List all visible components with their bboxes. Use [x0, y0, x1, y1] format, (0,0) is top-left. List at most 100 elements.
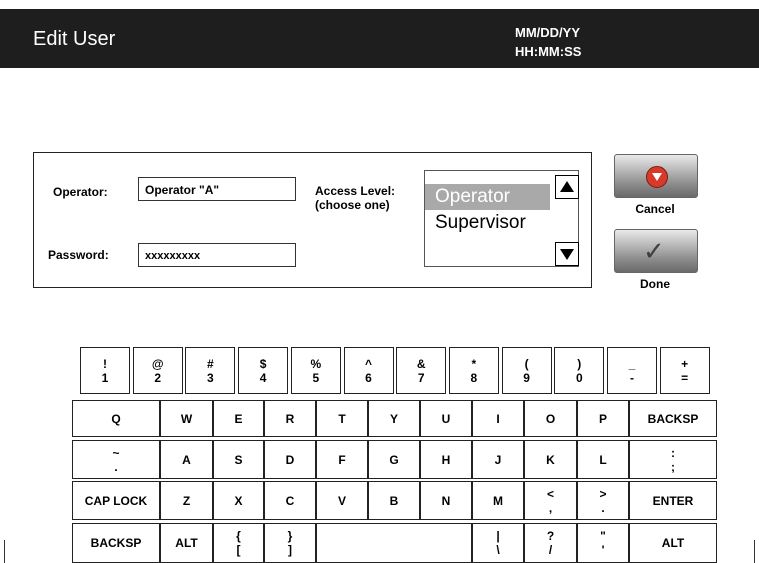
- key-row4-8[interactable]: <,: [524, 481, 577, 520]
- listbox-scrollbar[interactable]: [555, 170, 579, 266]
- stop-icon: [646, 166, 668, 188]
- key-legend: 5: [312, 370, 320, 385]
- operator-field[interactable]: Operator "A": [138, 177, 296, 201]
- key-legend: .: [114, 459, 118, 474]
- key-row3-8[interactable]: K: [524, 440, 577, 479]
- key-row3-9[interactable]: L: [577, 440, 629, 479]
- key-legend: :: [671, 445, 675, 460]
- key-digit-2[interactable]: #3: [185, 347, 236, 394]
- key-row4-n[interactable]: N: [420, 481, 472, 520]
- access-level-label: Access Level: (choose one): [315, 184, 395, 212]
- key-row3-6[interactable]: H: [420, 440, 472, 479]
- key-legend: =: [681, 370, 689, 385]
- key-t[interactable]: T: [316, 400, 368, 437]
- key-legend: |: [496, 529, 500, 543]
- key-r[interactable]: R: [264, 400, 316, 437]
- key-row3-3[interactable]: D: [264, 440, 316, 479]
- key-row5-8[interactable]: ALT: [629, 523, 717, 563]
- key-legend: ,: [548, 500, 553, 515]
- access-level-listbox[interactable]: Operator Supervisor: [424, 170, 579, 267]
- key-digit-3[interactable]: $4: [238, 347, 289, 394]
- page-title: Edit User: [33, 28, 116, 50]
- key-row3-0[interactable]: ~.: [72, 440, 160, 479]
- key-digit-4[interactable]: % 5: [290, 347, 341, 394]
- key-digit-0[interactable]: ! 1: [80, 347, 130, 394]
- key-legend: ]: [288, 543, 292, 557]
- key-sym-10[interactable]: _ -: [607, 347, 657, 394]
- cancel-button[interactable]: [614, 154, 698, 198]
- key-legend: *: [471, 356, 477, 371]
- key-backsp[interactable]: BACKSP: [629, 400, 717, 437]
- key-row4-enter[interactable]: ENTER: [629, 481, 717, 520]
- key-row4-m[interactable]: M: [472, 481, 524, 520]
- key-row5-0[interactable]: BACKSP: [72, 523, 160, 563]
- key-row3-1[interactable]: A: [160, 440, 213, 479]
- key-row5-5[interactable]: | \: [472, 523, 524, 563]
- key-legend: 6: [365, 370, 372, 385]
- key-row5-2[interactable]: {[: [213, 523, 264, 563]
- done-button[interactable]: ✓: [614, 229, 698, 273]
- done-label: Done: [640, 277, 670, 291]
- key-row4-b[interactable]: B: [368, 481, 420, 520]
- key-legend: .: [601, 500, 605, 515]
- key-i[interactable]: I: [472, 400, 524, 437]
- key-digit-7[interactable]: * 8: [448, 347, 499, 394]
- key-row4-cap-lock[interactable]: CAP LOCK: [72, 481, 160, 520]
- key-digit-5[interactable]: ^ 6: [343, 347, 394, 394]
- key-row4-c[interactable]: C: [264, 481, 316, 520]
- key-p[interactable]: P: [577, 400, 629, 437]
- key-row5-3[interactable]: }]: [264, 523, 316, 563]
- key-e[interactable]: E: [213, 400, 264, 437]
- keyboard-edge-right: [754, 540, 755, 563]
- key-w[interactable]: W: [160, 400, 213, 437]
- key-digit-1[interactable]: @2: [132, 347, 183, 394]
- key-u[interactable]: U: [420, 400, 472, 437]
- title-bar: Edit User MM/DD/YY HH:MM:SS: [0, 9, 759, 68]
- key-legend: ^: [364, 356, 372, 371]
- key-o[interactable]: O: [524, 400, 577, 437]
- key-legend: 1: [101, 370, 109, 385]
- key-q[interactable]: Q: [72, 400, 160, 437]
- key-row5-7[interactable]: " ': [577, 523, 629, 563]
- scroll-up-button[interactable]: [555, 175, 579, 199]
- key-row3-2[interactable]: S: [213, 440, 264, 479]
- key-row4-z[interactable]: Z: [160, 481, 213, 520]
- cancel-label: Cancel: [635, 202, 675, 216]
- key-legend: -: [630, 370, 634, 385]
- access-option-operator[interactable]: Operator: [425, 184, 550, 210]
- key-space[interactable]: [316, 523, 472, 563]
- time-text: HH:MM:SS: [515, 44, 582, 59]
- password-field[interactable]: xxxxxxxxx: [138, 243, 296, 267]
- key-legend: #: [207, 356, 214, 371]
- key-row4-x[interactable]: X: [213, 481, 264, 520]
- key-digit-8[interactable]: (9: [501, 347, 552, 394]
- key-row4-9[interactable]: >.: [577, 481, 629, 520]
- key-row5-1[interactable]: ALT: [160, 523, 213, 563]
- key-legend: 0: [575, 370, 583, 385]
- key-row3-7[interactable]: J: [472, 440, 524, 479]
- arrow-up-icon: [560, 181, 574, 192]
- key-sym-11[interactable]: + =: [659, 347, 710, 394]
- key-legend: +: [681, 356, 689, 371]
- checkmark-icon: ✓: [643, 236, 665, 266]
- key-row3-10[interactable]: :;: [629, 440, 717, 479]
- key-legend: [: [236, 543, 241, 557]
- key-row4-v[interactable]: V: [316, 481, 368, 520]
- key-legend: &: [416, 356, 426, 371]
- key-legend: K: [546, 452, 555, 467]
- key-y[interactable]: Y: [368, 400, 420, 437]
- key-legend: @: [151, 356, 164, 371]
- key-legend: }: [287, 529, 293, 543]
- key-digit-9[interactable]: ) 0: [554, 347, 605, 394]
- key-legend: ": [600, 529, 606, 543]
- scroll-down-button[interactable]: [555, 242, 579, 266]
- key-row5-6[interactable]: ? /: [524, 523, 577, 563]
- key-legend: ): [577, 356, 582, 371]
- key-row3-4[interactable]: F: [316, 440, 368, 479]
- access-option-supervisor[interactable]: Supervisor: [425, 210, 526, 236]
- key-legend: %: [310, 356, 322, 371]
- key-digit-6[interactable]: & 7: [396, 347, 447, 394]
- key-legend: ;: [671, 459, 675, 474]
- key-row3-5[interactable]: G: [368, 440, 420, 479]
- arrow-down-icon: [560, 249, 574, 260]
